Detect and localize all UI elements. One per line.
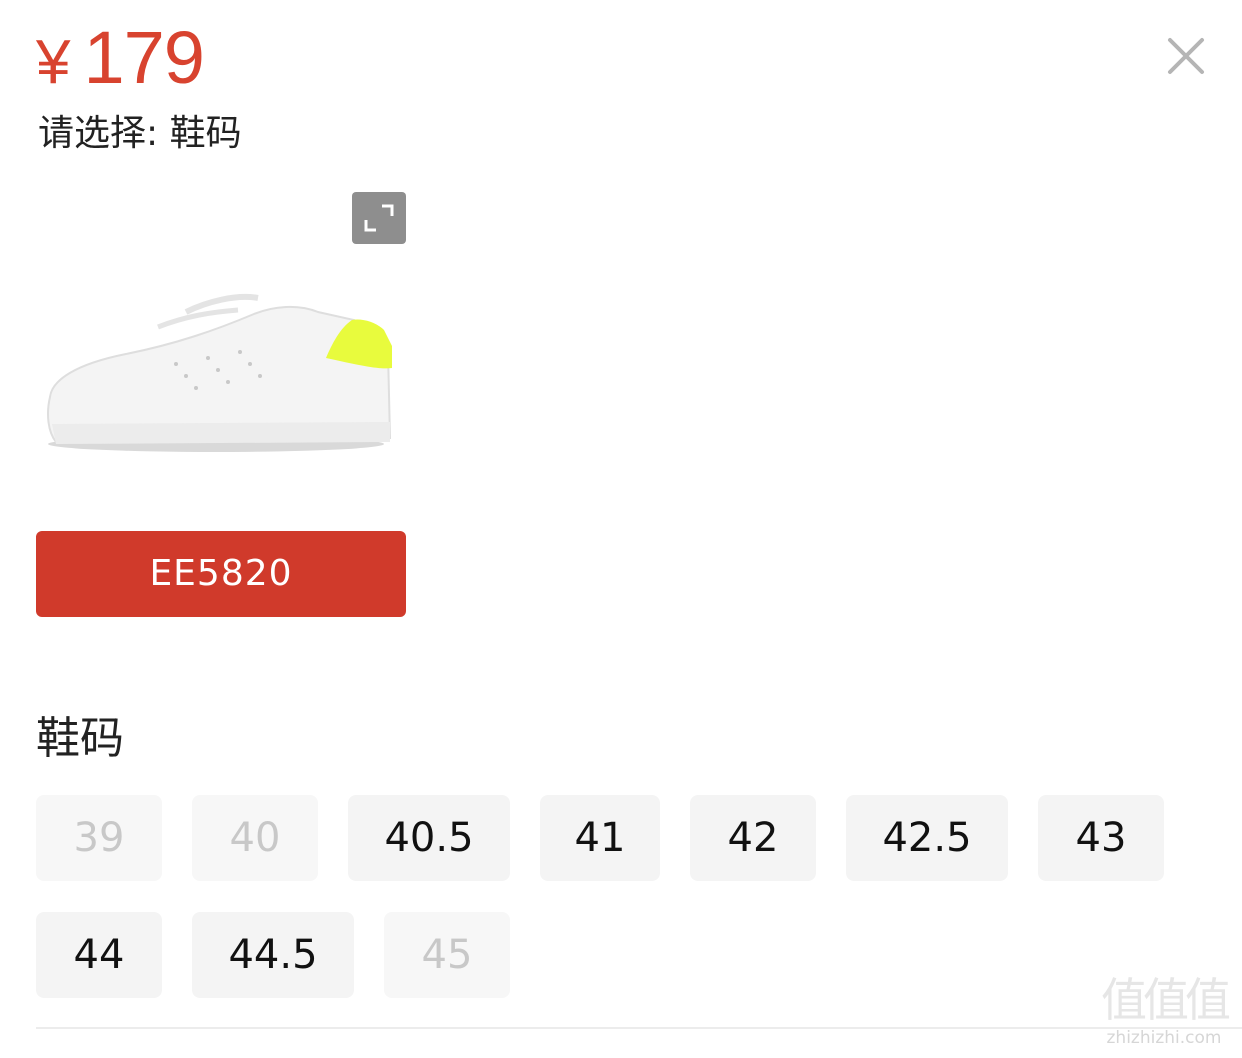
currency-symbol: ¥	[36, 28, 70, 97]
size-option[interactable]: 44.5	[192, 912, 354, 998]
price-amount: 179	[83, 16, 204, 99]
size-option[interactable]: 42	[690, 795, 816, 881]
size-option[interactable]: 40	[192, 795, 318, 881]
expand-image-button[interactable]	[352, 192, 406, 244]
selection-prompt: 请选择: 鞋码	[38, 113, 242, 154]
expand-icon	[364, 204, 394, 232]
price: ¥179	[36, 16, 205, 103]
size-option[interactable]: 42.5	[846, 795, 1008, 881]
size-option[interactable]: 39	[36, 795, 162, 881]
size-section-title: 鞋码	[36, 713, 124, 764]
watermark: 值值值 zhizhizhi.com	[1094, 972, 1234, 1052]
size-option[interactable]: 41	[540, 795, 660, 881]
size-option[interactable]: 43	[1038, 795, 1164, 881]
size-option[interactable]: 44	[36, 912, 162, 998]
watermark-text: zhizhizhi.com	[1106, 1028, 1222, 1048]
size-option[interactable]: 40.5	[348, 795, 510, 881]
variant-option-selected[interactable]: EE5820	[36, 531, 406, 617]
divider	[36, 1027, 1242, 1029]
close-icon	[1168, 38, 1204, 74]
size-option[interactable]: 45	[384, 912, 510, 998]
close-button[interactable]	[1160, 30, 1212, 82]
watermark-logo: 值值值	[1101, 973, 1231, 1027]
product-image[interactable]	[36, 192, 406, 512]
